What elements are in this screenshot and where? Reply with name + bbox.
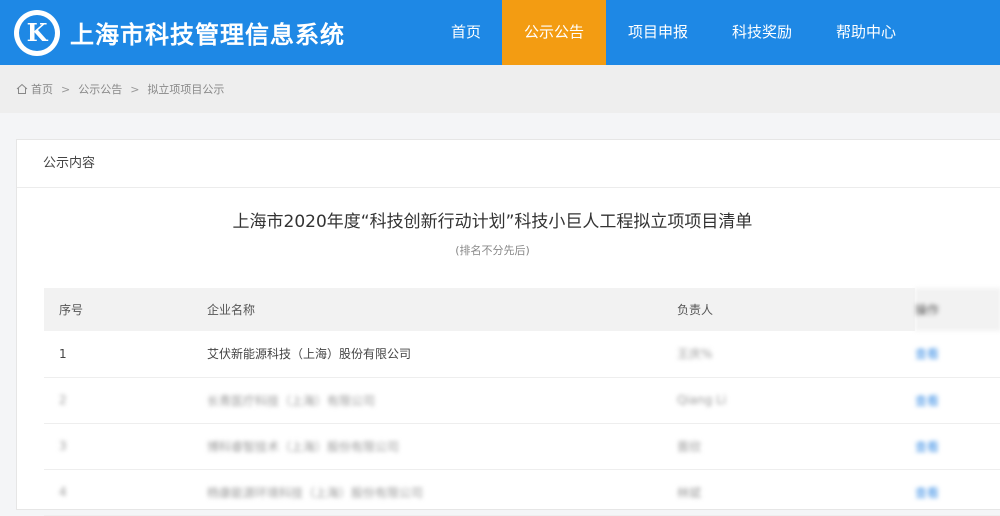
logo-icon: K — [14, 9, 60, 56]
column-header-leader: 负责人 — [677, 288, 915, 331]
column-header-company: 企业名称 — [207, 288, 677, 331]
breadcrumb-separator: > — [130, 82, 140, 96]
nav-help-center[interactable]: 帮助中心 — [814, 0, 918, 65]
document-subtitle: (排名不分先后) — [455, 244, 530, 257]
breadcrumb-separator: > — [61, 82, 71, 96]
content-card: 公示内容 上海市2020年度“科技创新行动计划”科技小巨人工程拟立项项目清单 (… — [16, 139, 1000, 516]
project-table: 序号 企业名称 负责人 操作 1 艾伏新能源科技（上海）股份有限公司 王庆% 查… — [44, 288, 1000, 516]
nav-announcements[interactable]: 公示公告 — [502, 0, 606, 65]
cell-index: 1 — [44, 331, 207, 378]
view-link[interactable]: 查看 — [915, 394, 939, 408]
column-header-action: 操作 — [915, 288, 1000, 331]
app-header: K 上海市科技管理信息系统 首页 公示公告 项目申报 科技奖励 帮助中心 — [0, 0, 1000, 65]
main-nav: 首页 公示公告 项目申报 科技奖励 帮助中心 — [430, 0, 918, 65]
cell-company: 艾伏新能源科技（上海）股份有限公司 — [207, 331, 677, 378]
breadcrumb-home[interactable]: 首页 — [31, 81, 53, 97]
nav-project-application[interactable]: 项目申报 — [606, 0, 710, 65]
table-row: 2 长青医疗科技（上海）有限公司 Qiang Li 查看 — [44, 377, 1000, 424]
table-row: 4 杨康能源环境科技（上海）股份有限公司 林斌 查看 — [44, 469, 1000, 516]
cell-index: 4 — [59, 485, 67, 499]
view-link[interactable]: 查看 — [915, 347, 939, 361]
cell-company: 长青医疗科技（上海）有限公司 — [207, 393, 376, 408]
nav-home[interactable]: 首页 — [430, 0, 502, 65]
view-link[interactable]: 查看 — [915, 486, 939, 500]
cell-index: 3 — [59, 439, 67, 453]
cell-company: 博科睿智技术（上海）股份有限公司 — [207, 439, 400, 454]
card-header: 公示内容 — [17, 140, 1000, 188]
home-icon — [16, 83, 28, 94]
breadcrumb: 首页 > 公示公告 > 拟立项项目公示 — [0, 65, 1000, 113]
cell-company: 杨康能源环境科技（上海）股份有限公司 — [207, 485, 424, 500]
cell-leader: 王庆% — [677, 347, 713, 362]
app-title: 上海市科技管理信息系统 — [70, 21, 345, 49]
view-link[interactable]: 查看 — [915, 440, 939, 454]
logo[interactable]: K 上海市科技管理信息系统 — [14, 9, 345, 56]
nav-awards[interactable]: 科技奖励 — [710, 0, 814, 65]
table-row: 3 博科睿智技术（上海）股份有限公司 晋欣 查看 — [44, 423, 1000, 470]
cell-leader: 林斌 — [677, 485, 702, 500]
cell-leader: Qiang Li — [677, 393, 727, 407]
column-header-index: 序号 — [44, 288, 207, 331]
cell-index: 2 — [59, 393, 67, 407]
breadcrumb-announcements[interactable]: 公示公告 — [78, 81, 122, 97]
table-header-row: 序号 企业名称 负责人 操作 — [44, 288, 1000, 331]
document-title: 上海市2020年度“科技创新行动计划”科技小巨人工程拟立项项目清单 — [232, 212, 753, 232]
table-row: 1 艾伏新能源科技（上海）股份有限公司 王庆% 查看 — [44, 331, 1000, 378]
cell-leader: 晋欣 — [677, 439, 702, 454]
breadcrumb-current: 拟立项项目公示 — [147, 83, 225, 96]
logo-letter: K — [19, 14, 55, 51]
